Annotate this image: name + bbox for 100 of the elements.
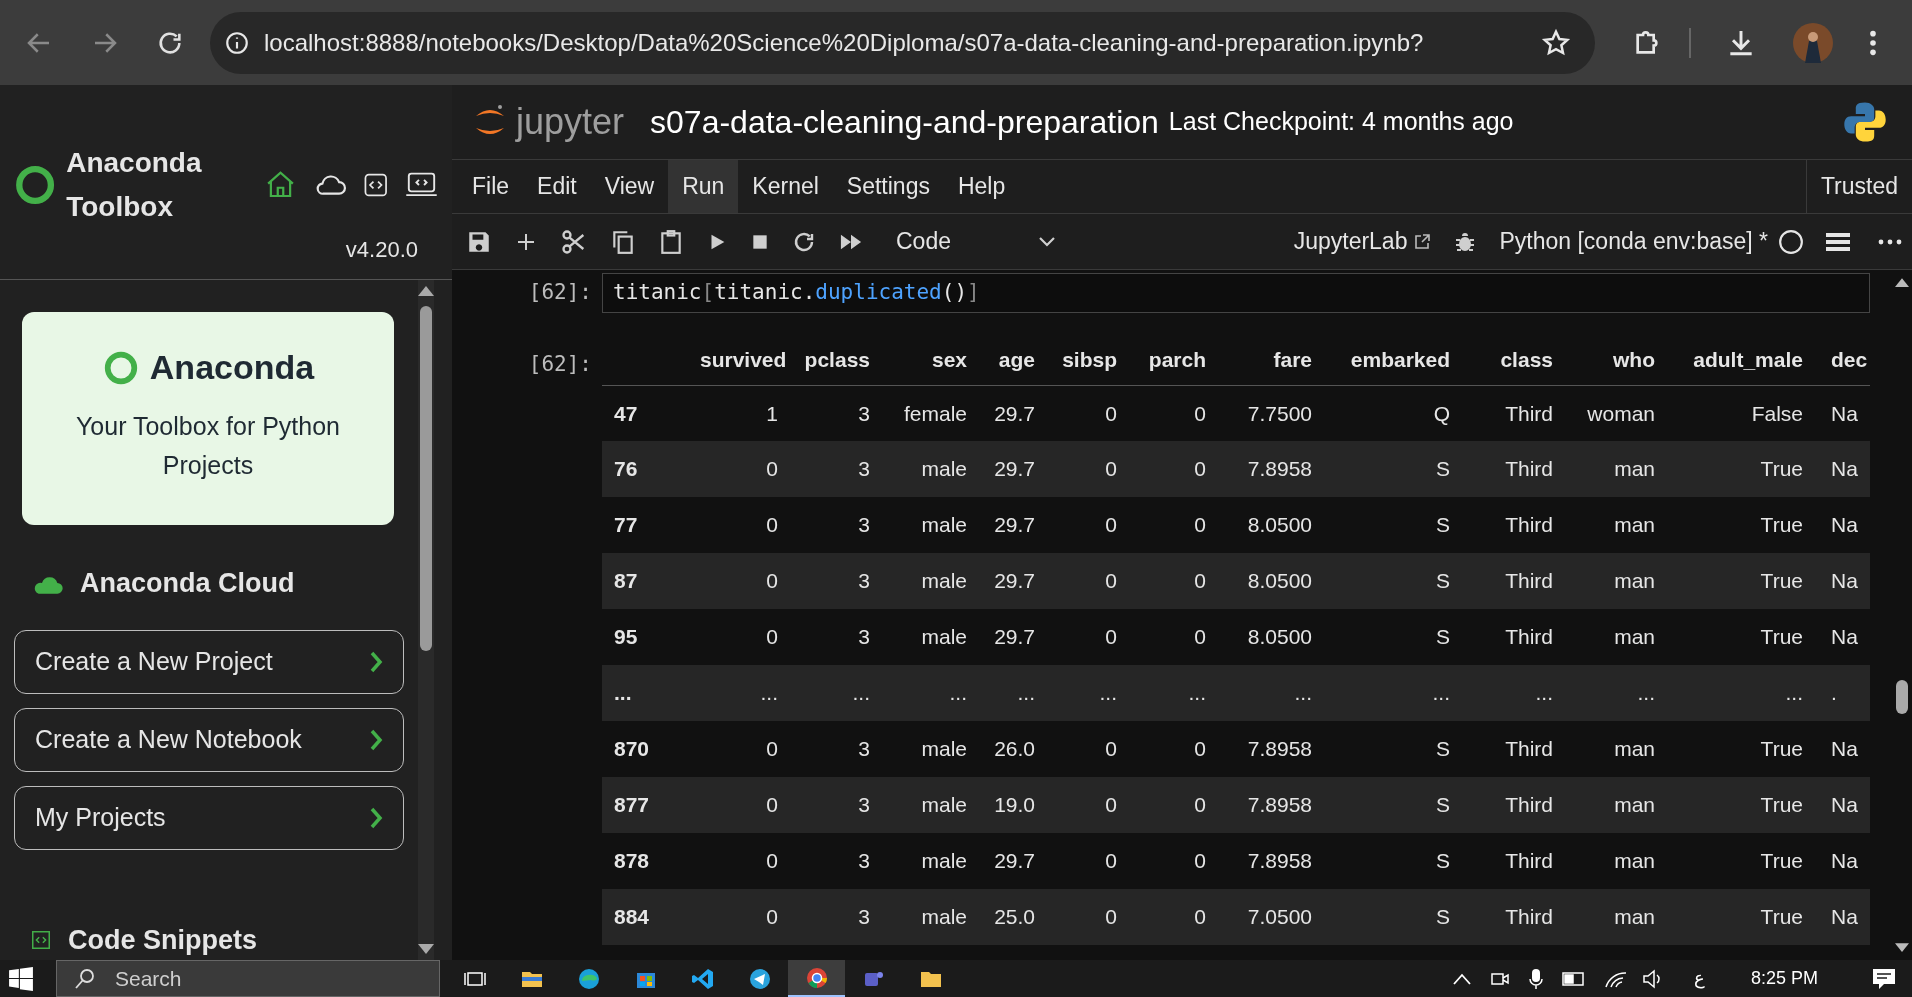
scroll-thumb[interactable]: [420, 306, 432, 651]
table-cell: True: [1760, 793, 1803, 817]
row-index: 884: [614, 905, 650, 929]
scroll-up-icon[interactable]: [1895, 278, 1909, 287]
menu-item[interactable]: Edit: [523, 160, 591, 213]
table-cell: Third: [1505, 625, 1553, 649]
row-index: 878: [614, 849, 650, 873]
scroll-up-icon[interactable]: [418, 286, 434, 296]
table-cell: 19.0: [994, 793, 1035, 817]
table-cell: 0: [766, 569, 778, 593]
table-cell: 8.0500: [1247, 625, 1312, 649]
code-cell[interactable]: titanic[titanic.duplicated()]: [602, 273, 1870, 313]
column-header: sibsp: [1062, 348, 1117, 371]
paste-icon[interactable]: [658, 227, 684, 256]
table-cell: 0: [1105, 457, 1117, 481]
star-icon[interactable]: [1541, 27, 1571, 58]
more-icon[interactable]: [1878, 237, 1902, 246]
scroll-down-icon[interactable]: [418, 944, 434, 954]
menu-item[interactable]: File: [458, 160, 524, 213]
list-icon[interactable]: [1826, 230, 1850, 253]
menu-item[interactable]: Help: [943, 160, 1020, 213]
table-cell: Na: [1831, 849, 1858, 873]
table-cell: 0: [766, 849, 778, 873]
scrollbar[interactable]: [418, 280, 434, 960]
row-index: 76: [614, 457, 638, 481]
column-header: embarked: [1350, 348, 1450, 371]
section-heading: Code Snippets: [68, 923, 257, 957]
table-cell: Third: [1505, 457, 1553, 481]
table-cell: ...: [1188, 681, 1206, 705]
menu-item[interactable]: Kernel: [738, 160, 833, 213]
menu-item[interactable]: Run: [668, 160, 739, 213]
action-button[interactable]: My Projects: [14, 785, 404, 850]
table-cell: ...: [1535, 681, 1553, 705]
column-header: who: [1613, 348, 1655, 371]
column-header: class: [1500, 348, 1553, 371]
cell-type-dropdown[interactable]: Code: [896, 224, 1056, 259]
table-cell: 0: [1194, 569, 1206, 593]
table-cell: S: [1436, 849, 1450, 873]
browser-icon: [804, 965, 829, 990]
paper-plane-icon: [747, 966, 772, 991]
column-header: sex: [931, 348, 967, 371]
table-cell: S: [1436, 625, 1450, 649]
menu-item[interactable]: View: [590, 160, 669, 213]
trusted-indicator[interactable]: Trusted: [1805, 160, 1912, 213]
action-button[interactable]: Create a New Notebook: [14, 707, 404, 772]
windows-start-icon[interactable]: [8, 965, 34, 992]
table-cell: Third: [1505, 849, 1553, 873]
language-indicator[interactable]: ع: [1693, 965, 1705, 992]
scroll-down-icon[interactable]: [1895, 943, 1909, 952]
table-cell: 0: [1105, 513, 1117, 537]
table-cell: male: [921, 569, 967, 593]
table-cell: 7.0500: [1247, 905, 1312, 929]
table-cell: True: [1760, 513, 1803, 537]
kernel-name[interactable]: Python [conda env:base] *: [1499, 224, 1768, 259]
table-cell: ...: [1637, 681, 1655, 705]
notifications-icon[interactable]: [1872, 967, 1896, 990]
scroll-thumb[interactable]: [1896, 680, 1908, 714]
table-cell: S: [1436, 457, 1450, 481]
info-icon[interactable]: [224, 29, 250, 56]
jupyterlab-link[interactable]: JupyterLab: [1293, 224, 1432, 259]
table-cell: woman: [1587, 401, 1655, 425]
table-cell: ...: [1432, 681, 1450, 705]
menu-icon[interactable]: [1869, 28, 1877, 57]
code-editor-icon: [690, 966, 715, 991]
notebook-title[interactable]: s07a-data-cleaning-and-preparation: [650, 98, 1159, 146]
table-cell: 29.7: [994, 625, 1035, 649]
menu-item[interactable]: Settings: [832, 160, 944, 213]
table-cell: True: [1760, 625, 1803, 649]
row-index: 877: [614, 793, 650, 817]
table-cell: 0: [1105, 625, 1117, 649]
column-header: age: [998, 348, 1035, 371]
table-cell: 0: [1105, 737, 1117, 761]
row-index: 47: [614, 401, 638, 425]
table-cell: 0: [1194, 793, 1206, 817]
taskbar-search-input[interactable]: Search: [115, 962, 415, 995]
chevron-right-icon: [369, 650, 383, 673]
column-header: dec: [1831, 348, 1868, 371]
row-index: 870: [614, 737, 650, 761]
table-cell: 29.7: [994, 457, 1035, 481]
table-cell: S: [1436, 737, 1450, 761]
table-cell: Na: [1831, 457, 1858, 481]
table-cell: 3: [858, 905, 870, 929]
table-cell: man: [1614, 737, 1655, 761]
table-cell: Na: [1831, 737, 1858, 761]
clock-text[interactable]: 8:25 PM: [1750, 965, 1818, 992]
avatar-icon[interactable]: [1793, 22, 1833, 63]
table-cell: Third: [1505, 401, 1553, 425]
microphone-icon[interactable]: [1527, 967, 1544, 990]
action-button[interactable]: Create a New Project: [14, 629, 404, 694]
table-cell: male: [921, 849, 967, 873]
table-cell: 0: [1194, 513, 1206, 537]
table-cell: Third: [1505, 513, 1553, 537]
address-bar[interactable]: localhost:8888/notebooks/Desktop/Data%20Science%20Diploma/s07a-data-cleaning-and-preparation.ipynb?: [210, 11, 1595, 74]
taskbar-app-button[interactable]: [788, 960, 845, 997]
output-prompt: [62]:: [527, 351, 593, 378]
table-cell: 3: [858, 849, 870, 873]
table-cell: True: [1760, 569, 1803, 593]
chevron-up-icon[interactable]: [1451, 971, 1472, 986]
battery-icon[interactable]: [1561, 971, 1586, 986]
taskbar-search-field[interactable]: Search: [56, 960, 440, 997]
